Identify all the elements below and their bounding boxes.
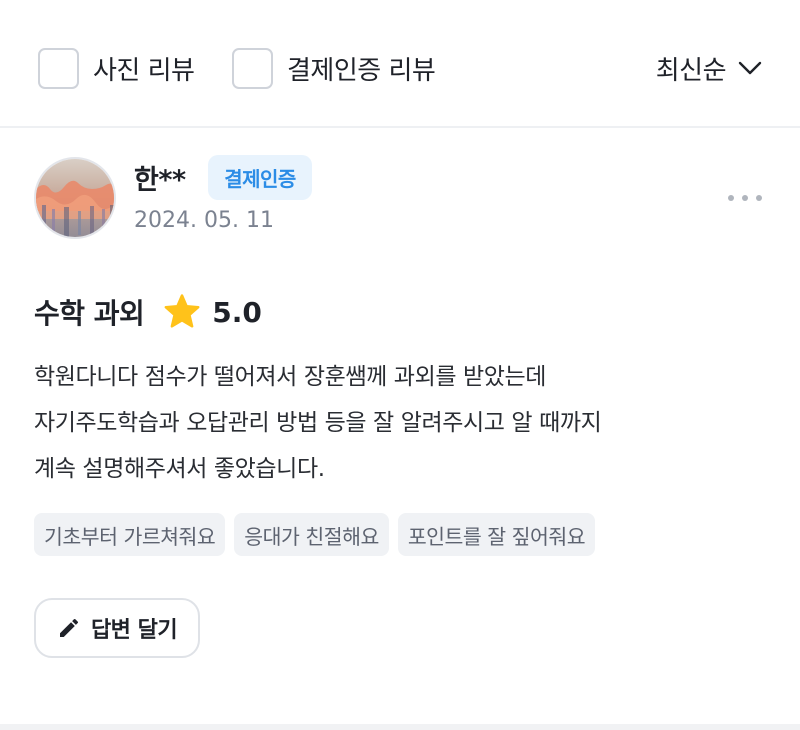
review-tag: 기초부터 가르쳐줘요 (34, 513, 226, 556)
photo-review-checkbox[interactable] (38, 47, 79, 89)
review-author: 한** (134, 165, 186, 196)
review-tag: 포인트를 잘 짚어줘요 (397, 513, 596, 556)
sort-label: 최신순 (655, 55, 727, 86)
verified-review-checkbox[interactable] (232, 47, 273, 89)
verified-badge: 결제인증 (208, 155, 312, 200)
review-body-line: 학원다니다 점수가 떨어져서 장훈쌤께 과외를 받았는데 (34, 364, 547, 390)
star-icon (164, 294, 200, 328)
section-divider (0, 724, 800, 730)
avatar-image (36, 159, 114, 237)
more-options-icon[interactable] (728, 186, 762, 210)
reply-button-label: 답변 달기 (90, 618, 178, 643)
review-date: 2024. 05. 11 (134, 208, 274, 233)
chevron-down-icon (738, 61, 762, 75)
verified-review-label: 결제인증 리뷰 (287, 55, 436, 86)
review-body: 학원다니다 점수가 떨어져서 장훈쌤께 과외를 받았는데 자기주도학습과 오답관… (34, 354, 774, 492)
photo-review-filter[interactable]: 사진 리뷰 (38, 47, 195, 89)
review-body-line: 계속 설명해주셔서 좋았습니다. (34, 456, 325, 482)
review-rating: 5.0 (212, 295, 262, 329)
sort-dropdown[interactable]: 최신순 (656, 47, 762, 89)
review-tag: 응대가 친절해요 (234, 513, 389, 556)
reply-button[interactable]: 답변 달기 (34, 598, 200, 658)
review-subject: 수학 과외 (34, 297, 145, 330)
review-subject-row: 수학 과외 5.0 (34, 290, 262, 334)
filter-bar: 사진 리뷰 결제인증 리뷰 최신순 (0, 0, 800, 128)
review-tags: 기초부터 가르쳐줘요 응대가 친절해요 포인트를 잘 짚어줘요 (34, 513, 604, 556)
photo-review-label: 사진 리뷰 (93, 55, 195, 86)
verified-review-filter[interactable]: 결제인증 리뷰 (232, 47, 436, 89)
pencil-icon (59, 618, 78, 637)
avatar (34, 157, 116, 239)
review-body-line: 자기주도학습과 오답관리 방법 등을 잘 알려주시고 알 때까지 (34, 410, 602, 436)
